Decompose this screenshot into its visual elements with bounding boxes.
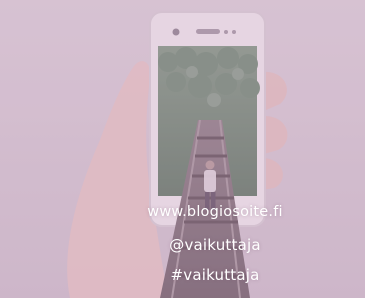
handle-text: @vaikuttaja <box>169 236 261 254</box>
website-text: www.blogiosoite.fi <box>147 204 283 220</box>
hashtag-text: #vaikuttaja <box>170 266 260 284</box>
social-post-image: www.blogiosoite.fi @vaikuttaja #vaikutta… <box>0 0 365 298</box>
